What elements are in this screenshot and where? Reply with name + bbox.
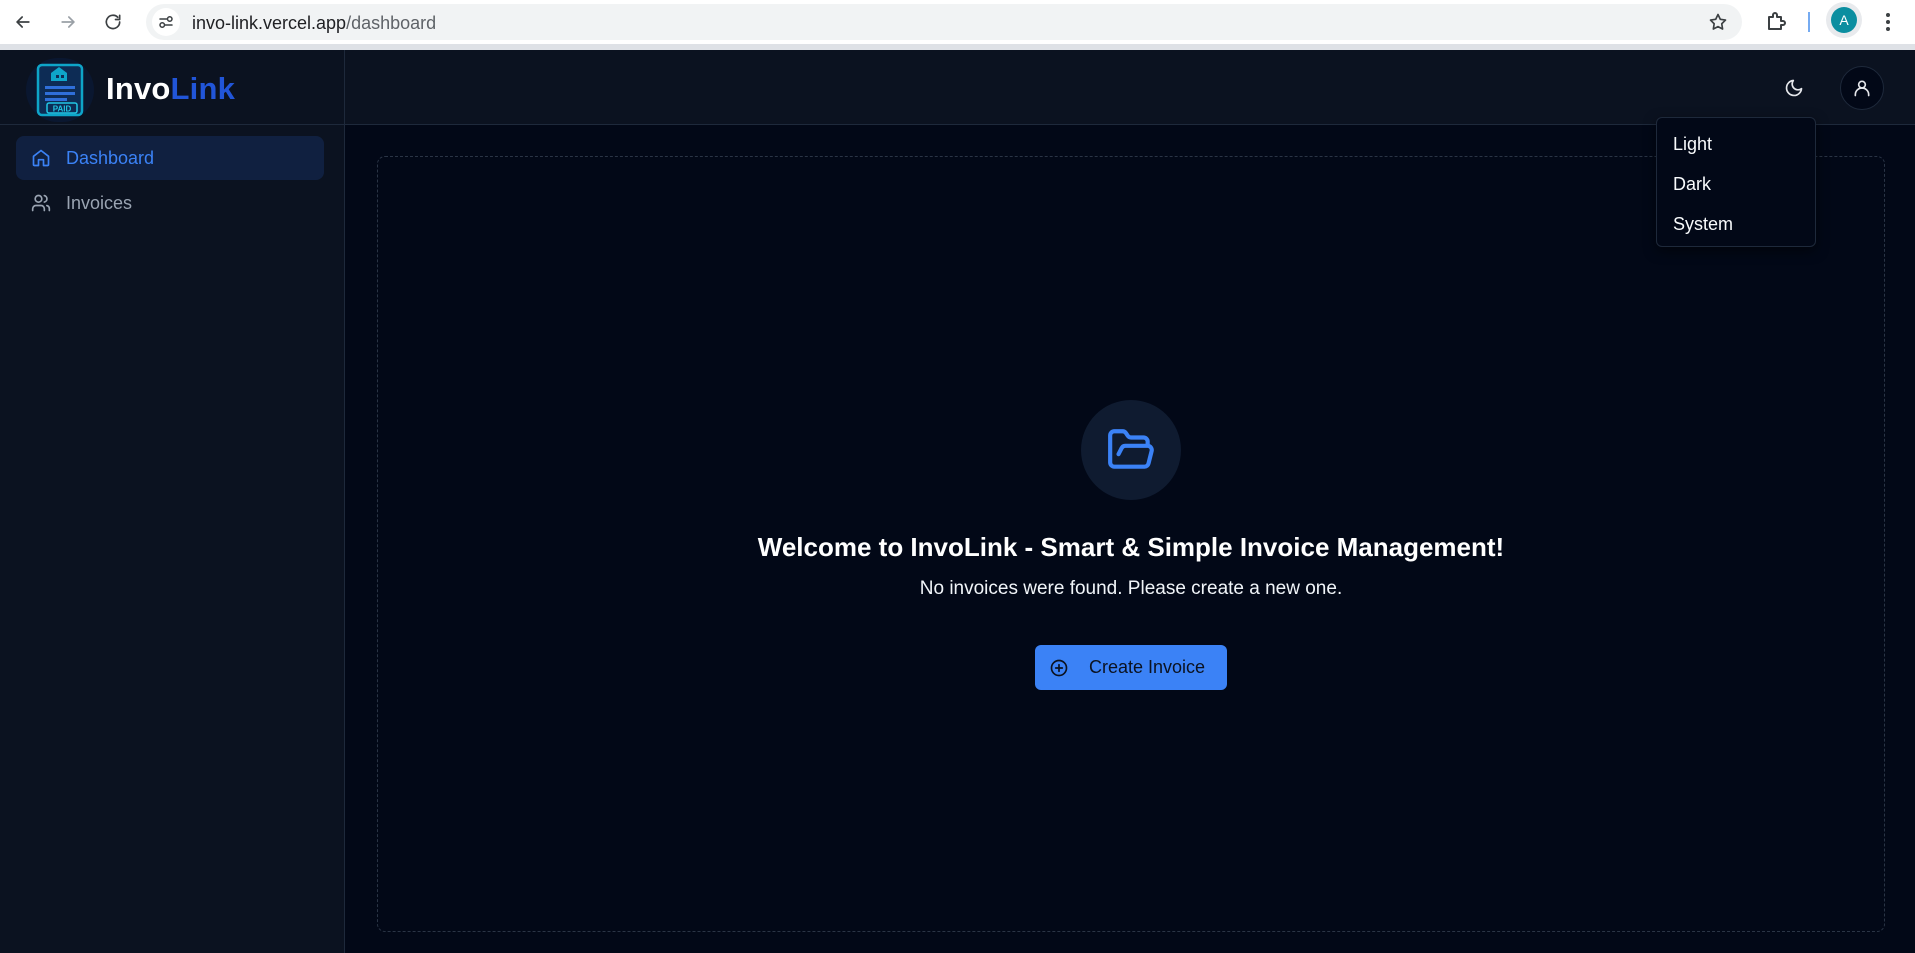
- create-invoice-label: Create Invoice: [1088, 657, 1206, 677]
- moon-icon: [1784, 78, 1804, 98]
- user-icon: [1852, 78, 1872, 98]
- theme-option-light[interactable]: Light: [1661, 126, 1811, 162]
- empty-state-subtitle: No invoices were found. Please create a …: [919, 578, 1343, 599]
- theme-dropdown-menu: Light Dark System: [1656, 117, 1816, 247]
- logo-text-main: Invo: [106, 71, 171, 106]
- star-icon[interactable]: [1708, 12, 1728, 32]
- empty-state-icon-wrapper: [1081, 400, 1181, 500]
- site-info-icon[interactable]: [152, 8, 180, 36]
- sidebar-item-label: Invoices: [66, 192, 133, 213]
- top-header: [345, 50, 1915, 125]
- url-text[interactable]: invo-link.vercel.app/dashboard: [192, 13, 436, 34]
- create-invoice-button[interactable]: Create Invoice: [1035, 645, 1227, 690]
- forward-icon[interactable]: [56, 10, 80, 34]
- theme-option-dark[interactable]: Dark: [1661, 166, 1811, 202]
- logo-text-accent: Link: [170, 71, 236, 106]
- sidebar-item-label: Dashboard: [66, 147, 155, 168]
- reload-icon[interactable]: [101, 10, 125, 34]
- app-logo-text[interactable]: InvoLink: [106, 71, 235, 107]
- toolbar-divider: [1808, 12, 1810, 32]
- url-path: /dashboard: [346, 13, 437, 33]
- sidebar-item-dashboard[interactable]: Dashboard: [16, 136, 324, 180]
- logo-icon[interactable]: PAID: [26, 58, 94, 122]
- theme-toggle-button[interactable]: [1764, 69, 1824, 107]
- folder-open-icon: [1106, 425, 1156, 475]
- profile-button[interactable]: A: [1826, 2, 1862, 38]
- plus-circle-icon: [1049, 658, 1069, 678]
- url-host: invo-link.vercel.app: [192, 13, 347, 33]
- address-bar[interactable]: invo-link.vercel.app/dashboard: [146, 4, 1742, 40]
- back-icon[interactable]: [11, 10, 35, 34]
- theme-option-system[interactable]: System: [1661, 206, 1811, 242]
- more-icon[interactable]: [1878, 10, 1898, 34]
- avatar: A: [1831, 7, 1857, 33]
- home-icon: [30, 147, 52, 169]
- sidebar-item-invoices[interactable]: Invoices: [16, 181, 324, 225]
- extensions-icon[interactable]: [1765, 9, 1789, 33]
- browser-toolbar: invo-link.vercel.app/dashboard A: [0, 0, 1915, 50]
- empty-state-title: Welcome to InvoLink - Smart & Simple Inv…: [757, 532, 1505, 562]
- user-menu-button[interactable]: [1840, 66, 1884, 110]
- logo-badge-text: PAID: [53, 105, 72, 114]
- users-icon: [30, 192, 52, 214]
- sidebar: PAID InvoLink Dashboard Invoices: [0, 50, 345, 953]
- logo-area: PAID InvoLink: [0, 50, 344, 125]
